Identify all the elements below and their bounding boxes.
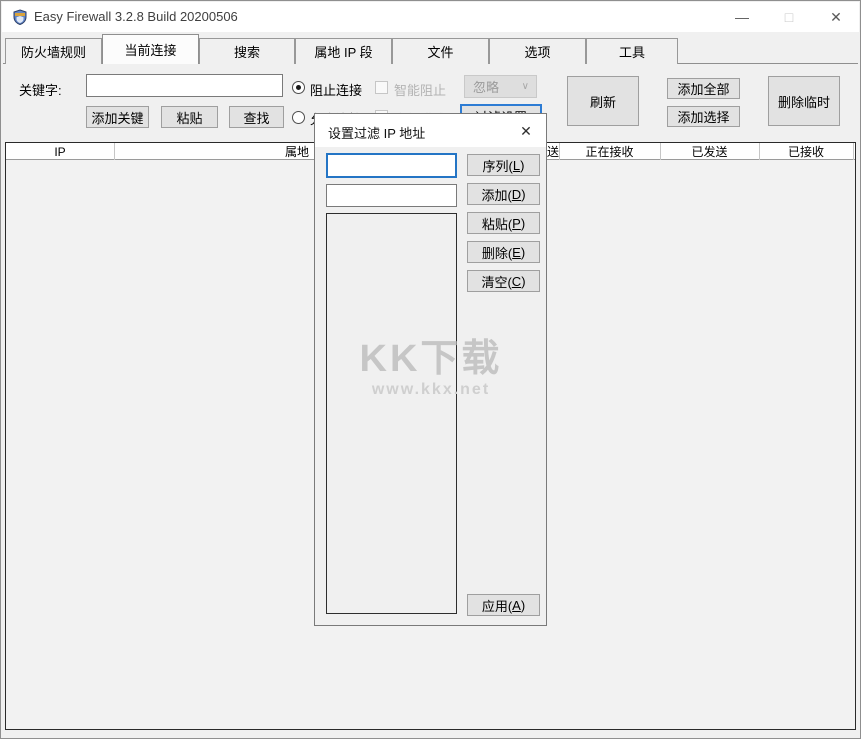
apply-button[interactable]: 应用(A) [467, 594, 540, 616]
add-selected-button[interactable]: 添加选择 [667, 106, 740, 127]
chevron-down-icon: ∨ [522, 81, 529, 92]
refresh-button[interactable]: 刷新 [567, 76, 639, 126]
tab-ip-region[interactable]: 属地 IP 段 [295, 38, 392, 64]
tab-firewall-rules[interactable]: 防火墙规则 [5, 38, 102, 64]
block-connection-radio[interactable] [292, 81, 305, 94]
tab-file[interactable]: 文件 [392, 38, 489, 64]
add-button[interactable]: 添加(D) [467, 183, 540, 205]
column-header-received[interactable]: 已接收 [759, 144, 853, 159]
smart-block-label: 智能阻止 [394, 80, 446, 99]
delete-button[interactable]: 删除(E) [467, 241, 540, 263]
tab-tools[interactable]: 工具 [586, 38, 678, 64]
maximize-icon[interactable]: □ [766, 2, 812, 32]
dialog-title: 设置过滤 IP 地址 [328, 123, 425, 142]
allow-connection-radio[interactable] [292, 111, 305, 124]
header-separator [660, 143, 661, 160]
keyword-input[interactable] [86, 74, 283, 97]
window-title: Easy Firewall 3.2.8 Build 20200506 [34, 9, 238, 24]
find-button[interactable]: 查找 [229, 106, 284, 128]
column-header-ip[interactable]: IP [6, 144, 114, 159]
header-separator [853, 143, 854, 160]
clear-button[interactable]: 清空(C) [467, 270, 540, 292]
header-separator [114, 143, 115, 160]
ip-input-primary[interactable] [326, 153, 457, 178]
add-keyword-button[interactable]: 添加关键 [86, 106, 149, 128]
dialog-title-bar: 设置过滤 IP 地址 ✕ [315, 114, 546, 147]
keyword-label: 关键字: [19, 80, 62, 99]
app-shield-icon [12, 9, 28, 25]
ip-listbox[interactable] [326, 213, 457, 614]
smart-block-checkbox[interactable] [375, 81, 388, 94]
paste-keyword-button[interactable]: 粘贴 [161, 106, 218, 128]
tab-current-connections[interactable]: 当前连接 [102, 34, 199, 64]
mode-select[interactable]: 忽略 ∨ [464, 75, 537, 98]
title-bar: Easy Firewall 3.2.8 Build 20200506 — □ ✕ [2, 2, 859, 32]
app-window: Easy Firewall 3.2.8 Build 20200506 — □ ✕… [0, 0, 861, 739]
tab-search[interactable]: 搜索 [199, 38, 295, 64]
filter-ip-dialog: 设置过滤 IP 地址 ✕ 序列(L) 添加(D) 粘贴(P) 删除(E) 清空(… [314, 113, 547, 626]
mode-select-value: 忽略 [473, 77, 499, 96]
dialog-close-icon[interactable]: ✕ [514, 120, 538, 142]
add-all-button[interactable]: 添加全部 [667, 78, 740, 99]
paste-button[interactable]: 粘贴(P) [467, 212, 540, 234]
tab-options[interactable]: 选项 [489, 38, 586, 64]
ip-input-secondary[interactable] [326, 184, 457, 207]
minimize-icon[interactable]: — [719, 2, 765, 32]
column-header-sent[interactable]: 已发送 [660, 144, 759, 159]
column-header-receiving[interactable]: 正在接收 [559, 144, 660, 159]
delete-temp-button[interactable]: 删除临时 [768, 76, 840, 126]
close-icon[interactable]: ✕ [813, 2, 859, 32]
header-separator [559, 143, 560, 160]
block-connection-label: 阻止连接 [310, 80, 362, 99]
header-separator [759, 143, 760, 160]
sequence-button[interactable]: 序列(L) [467, 154, 540, 176]
